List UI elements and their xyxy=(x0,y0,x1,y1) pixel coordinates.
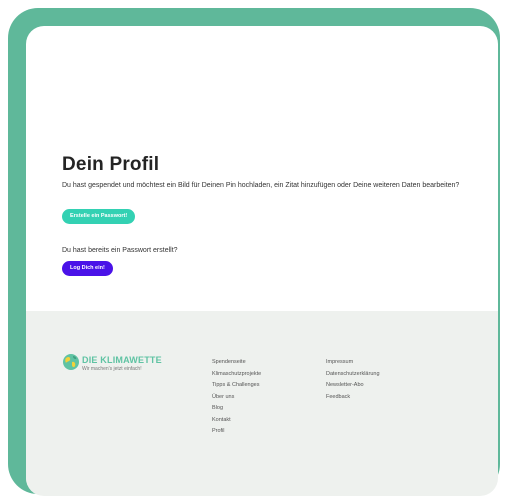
footer-link-profil[interactable]: Profil xyxy=(212,426,261,438)
logo-tagline: Wir machen's jetzt einfach! xyxy=(82,366,142,372)
footer-link-datenschutz[interactable]: Datenschutzerklärung xyxy=(326,369,380,381)
footer-links-legal: Impressum Datenschutzerklärung Newslette… xyxy=(326,357,380,403)
footer-link-spendenseite[interactable]: Spendenseite xyxy=(212,357,261,369)
footer-link-feedback[interactable]: Feedback xyxy=(326,392,380,404)
footer: DIE KLIMAWETTE Wir machen's jetzt einfac… xyxy=(26,311,498,496)
logo-name: DIE KLIMAWETTE xyxy=(82,355,162,365)
page-title: Dein Profil xyxy=(62,154,160,175)
globe-icon xyxy=(63,354,79,370)
footer-link-impressum[interactable]: Impressum xyxy=(326,357,380,369)
device-frame: Dein Profil Du hast gespendet und möchte… xyxy=(8,8,500,496)
login-button[interactable]: Log Dich ein! xyxy=(62,261,113,276)
footer-link-newsletter[interactable]: Newsletter-Abo xyxy=(326,380,380,392)
footer-link-kontakt[interactable]: Kontakt xyxy=(212,415,261,427)
page-viewport: Dein Profil Du hast gespendet und möchte… xyxy=(26,26,498,496)
intro-text: Du hast gespendet und möchtest ein Bild … xyxy=(62,182,460,189)
footer-link-ueber-uns[interactable]: Über uns xyxy=(212,392,261,404)
footer-link-blog[interactable]: Blog xyxy=(212,403,261,415)
footer-link-klimaschutzprojekte[interactable]: Klimaschutzprojekte xyxy=(212,369,261,381)
create-password-button[interactable]: Erstelle ein Passwort! xyxy=(62,209,136,224)
footer-links-primary: Spendenseite Klimaschutzprojekte Tipps &… xyxy=(212,357,261,438)
footer-link-tipps-challenges[interactable]: Tipps & Challenges xyxy=(212,380,261,392)
klimawette-logo[interactable]: DIE KLIMAWETTE Wir machen's jetzt einfac… xyxy=(62,353,182,377)
login-prompt: Du hast bereits ein Passwort erstellt? xyxy=(62,247,178,254)
